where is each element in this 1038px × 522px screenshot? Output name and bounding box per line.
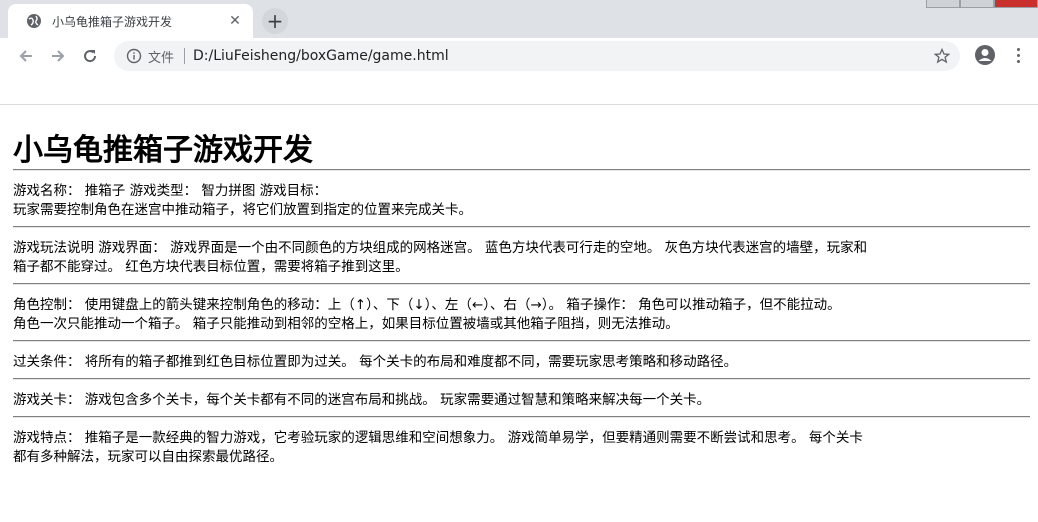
tab-strip: 小乌龟推箱子游戏开发 ✕ +: [0, 0, 1038, 38]
url-scheme-label: 文件: [148, 50, 175, 66]
new-tab-button[interactable]: +: [262, 8, 288, 34]
minimize-button[interactable]: [926, 0, 960, 8]
arrow-right-icon: [52, 50, 65, 62]
section-text: 玩家需要控制角色在迷宫中推动箱子，将它们放置到指定的位置来完成关卡。: [13, 202, 472, 218]
section-gameplay: 游戏玩法说明 游戏界面： 游戏界面是一个由不同颜色的方块组成的网格迷宫。 蓝色方…: [13, 228, 1030, 283]
section-text: 游戏名称： 推箱子 游戏类型： 智力拼图 游戏目标：: [13, 183, 328, 199]
section-text: 角色一次只能推动一个箱子。 箱子只能推动到相邻的空格上，如果目标位置被墙或其他箱…: [13, 316, 679, 332]
section-text: 箱子都不能穿过。 红色方块代表目标位置，需要将箱子推到这里。: [13, 259, 409, 275]
section-text: 角色控制： 使用键盘上的箭头键来控制角色的移动：上（↑）、下（↓）、左（←）、右…: [13, 297, 841, 313]
close-tab-icon[interactable]: ✕: [225, 11, 245, 31]
section-text: 都有多种解法，玩家可以自由探索最优路径。: [13, 449, 283, 465]
section-win-condition: 过关条件： 将所有的箱子都推到红色目标位置即为过关。 每个关卡的布局和难度都不同…: [13, 342, 1030, 378]
browser-toolbar: 文件 D:/LiuFeisheng/boxGame/game.html: [0, 38, 1038, 74]
profile-avatar-icon[interactable]: [974, 44, 996, 66]
maximize-button[interactable]: [960, 0, 994, 8]
bookmark-star-icon[interactable]: [933, 47, 951, 64]
url-separator: [184, 48, 186, 64]
section-text: 游戏特点： 推箱子是一款经典的智力游戏，它考验玩家的逻辑思维和空间想象力。 游戏…: [13, 430, 863, 446]
section-game-info: 游戏名称： 推箱子 游戏类型： 智力拼图 游戏目标： 玩家需要控制角色在迷宫中推…: [13, 171, 1030, 226]
forward-button[interactable]: [44, 42, 72, 70]
section-levels: 游戏关卡： 游戏包含多个关卡，每个关卡都有不同的迷宫布局和挑战。 玩家需要通过智…: [13, 380, 1030, 416]
reload-icon: [84, 50, 97, 63]
section-text: 过关条件： 将所有的箱子都推到红色目标位置即为过关。 每个关卡的布局和难度都不同…: [13, 354, 738, 370]
address-bar[interactable]: 文件 D:/LiuFeisheng/boxGame/game.html: [114, 41, 960, 71]
tab-title: 小乌龟推箱子游戏开发: [52, 14, 173, 29]
page-title: 小乌龟推箱子游戏开发: [13, 133, 313, 168]
reload-button[interactable]: [76, 42, 104, 70]
arrow-left-icon: [19, 50, 32, 62]
window-controls: [926, 0, 1038, 8]
page-content: 小乌龟推箱子游戏开发 游戏名称： 推箱子 游戏类型： 智力拼图 游戏目标： 玩家…: [13, 105, 1030, 473]
back-button[interactable]: [12, 42, 40, 70]
close-window-button[interactable]: [994, 0, 1038, 8]
section-text: 游戏关卡： 游戏包含多个关卡，每个关卡都有不同的迷宫布局和挑战。 玩家需要通过智…: [13, 392, 711, 408]
section-controls: 角色控制： 使用键盘上的箭头键来控制角色的移动：上（↑）、下（↓）、左（←）、右…: [13, 285, 1030, 340]
active-tab[interactable]: 小乌龟推箱子游戏开发 ✕: [8, 4, 253, 38]
section-features: 游戏特点： 推箱子是一款经典的智力游戏，它考验玩家的逻辑思维和空间想象力。 游戏…: [13, 418, 1030, 473]
info-icon[interactable]: [126, 48, 142, 64]
more-menu-icon[interactable]: [1008, 44, 1028, 66]
url-text[interactable]: D:/LiuFeisheng/boxGame/game.html: [193, 48, 449, 64]
section-text: 游戏玩法说明 游戏界面： 游戏界面是一个由不同颜色的方块组成的网格迷宫。 蓝色方…: [13, 240, 868, 256]
globe-icon: [26, 13, 42, 29]
